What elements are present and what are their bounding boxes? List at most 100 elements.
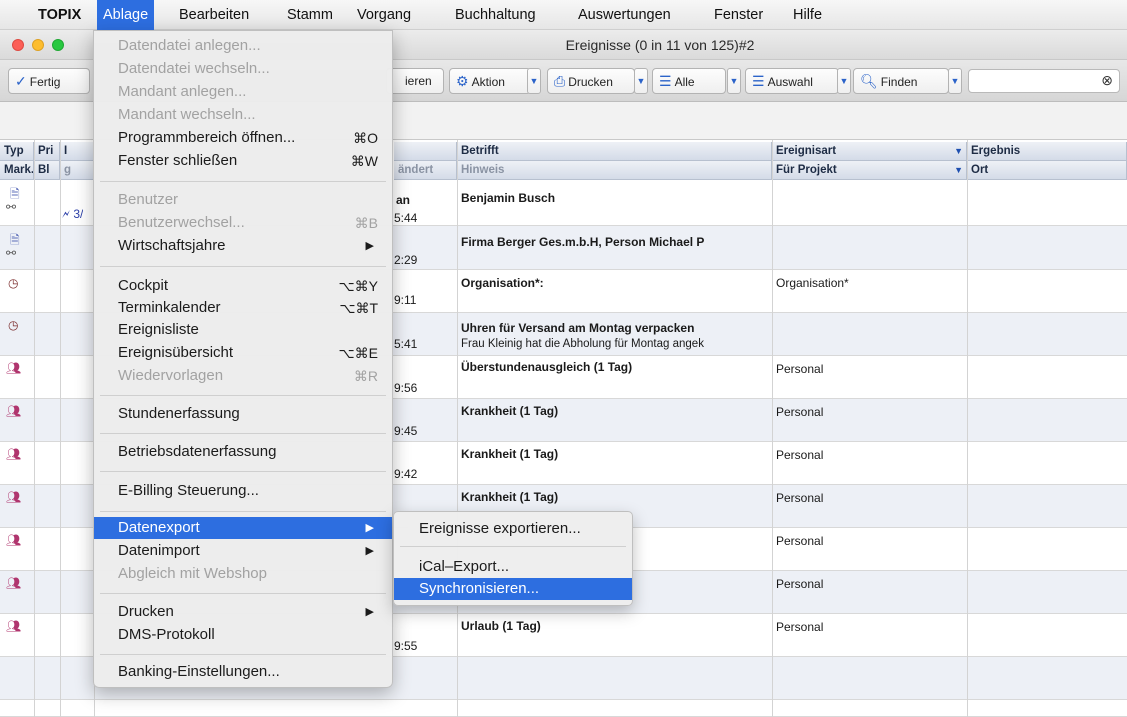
auswahl-dropdown[interactable]: ▼ bbox=[837, 68, 851, 94]
close-window-button[interactable] bbox=[12, 39, 24, 51]
partial-label: ieren bbox=[405, 74, 432, 88]
menu-separator bbox=[100, 395, 386, 396]
menu-item-wiedervorlagen[interactable]: Wiedervorlagen ⌘R bbox=[94, 365, 392, 387]
finden-dropdown[interactable]: ▼ bbox=[948, 68, 962, 94]
header-ereignisart[interactable]: Ereignisart ▼ bbox=[772, 142, 967, 161]
menu-item-datendatei-wechseln[interactable]: Datendatei wechseln... bbox=[94, 58, 392, 80]
partial-button[interactable]: ieren bbox=[386, 68, 444, 94]
menu-fenster[interactable]: Fenster bbox=[708, 0, 769, 30]
drucken-dropdown[interactable]: ▼ bbox=[634, 68, 648, 94]
row-betrifft: Krankheit (1 Tag) bbox=[461, 404, 559, 418]
menu-item-dms-protokoll[interactable]: DMS-Protokoll bbox=[94, 624, 392, 646]
drucken-button[interactable]: ⎙ Drucken bbox=[547, 68, 635, 94]
menu-item-betriebsdatenerfassung[interactable]: Betriebsdatenerfassung bbox=[94, 441, 392, 463]
menu-auswertungen[interactable]: Auswertungen bbox=[572, 0, 677, 30]
header-bl[interactable]: Bl bbox=[34, 161, 60, 180]
header-fuer-projekt[interactable]: Für Projekt ▼ bbox=[772, 161, 967, 180]
menu-item-label: Drucken bbox=[118, 603, 174, 620]
row-ereignisart: Organisation* bbox=[776, 276, 849, 290]
finden-label: Finden bbox=[880, 75, 918, 89]
menu-item-label: Mandant anlegen... bbox=[118, 83, 247, 100]
menu-buchhaltung[interactable]: Buchhaltung bbox=[449, 0, 542, 30]
minimize-window-button[interactable] bbox=[32, 39, 44, 51]
submenu-item-synchronisieren[interactable]: Synchronisieren... bbox=[394, 578, 632, 600]
menu-item-terminkalender[interactable]: Terminkalender ⌥⌘T bbox=[94, 297, 392, 319]
fertig-button[interactable]: ✓ Fertig bbox=[8, 68, 90, 94]
submenu-item-ereignisse-exportieren[interactable]: Ereignisse exportieren... bbox=[394, 518, 632, 540]
alle-dropdown[interactable]: ▼ bbox=[727, 68, 741, 94]
menu-item-label: Ereignisliste bbox=[118, 321, 199, 338]
row-date: an bbox=[396, 193, 411, 207]
auswahl-button[interactable]: ☰ Auswahl bbox=[745, 68, 839, 94]
header-typ[interactable]: Typ bbox=[0, 142, 34, 161]
menu-item-cockpit[interactable]: Cockpit ⌥⌘Y bbox=[94, 275, 392, 297]
menu-ablage[interactable]: Ablage bbox=[97, 0, 155, 30]
menu-item-mandant-anlegen[interactable]: Mandant anlegen... bbox=[94, 81, 392, 103]
menu-separator bbox=[100, 511, 386, 512]
checkmark-icon: ✓ bbox=[15, 73, 27, 89]
menu-item-label: Datenexport bbox=[118, 519, 200, 536]
header-col3-sub[interactable]: g bbox=[60, 161, 94, 180]
menu-item-benutzer[interactable]: Benutzer bbox=[94, 189, 392, 211]
header-pri[interactable]: Pri bbox=[34, 142, 60, 161]
submenu-item-ical-export[interactable]: iCal–Export... bbox=[394, 556, 632, 578]
row-time: 9:56 bbox=[394, 381, 418, 395]
menu-item-banking-einstellungen[interactable]: Banking-Einstellungen... bbox=[94, 661, 392, 683]
search-icon: 🔍︎ bbox=[860, 73, 878, 89]
menu-separator bbox=[100, 266, 386, 267]
menu-item-drucken[interactable]: Drucken ▶ bbox=[94, 601, 392, 623]
column-divider bbox=[60, 140, 61, 717]
menu-item-stundenerfassung[interactable]: Stundenerfassung bbox=[94, 403, 392, 425]
shortcut-label: ⌥⌘E bbox=[338, 345, 378, 361]
header-ergebnis[interactable]: Ergebnis bbox=[967, 142, 1127, 161]
aktion-button[interactable]: ⚙ Aktion bbox=[449, 68, 531, 94]
menu-item-programmbereich-oeffnen[interactable]: Programmbereich öffnen... ⌘O bbox=[94, 127, 392, 149]
menu-item-benutzerwechsel[interactable]: Benutzerwechsel... ⌘B bbox=[94, 212, 392, 234]
header-geaendert[interactable]: ändert bbox=[394, 161, 457, 180]
row-pri: 🗲 3/ bbox=[62, 207, 84, 221]
header-ort[interactable]: Ort bbox=[967, 161, 1127, 180]
menu-topix[interactable]: TOPIX bbox=[32, 0, 87, 30]
search-field[interactable]: ⊗ bbox=[968, 69, 1120, 93]
menu-item-wirtschaftsjahre[interactable]: Wirtschaftsjahre ▶ bbox=[94, 235, 392, 257]
column-divider bbox=[967, 140, 968, 717]
clock-icon: ◷ bbox=[8, 318, 19, 332]
menu-item-label: Benutzerwechsel... bbox=[118, 214, 245, 231]
menu-item-ebilling-steuerung[interactable]: E-Billing Steuerung... bbox=[94, 480, 392, 502]
menu-hilfe[interactable]: Hilfe bbox=[787, 0, 828, 30]
menu-item-datenexport[interactable]: Datenexport ▶ bbox=[94, 517, 392, 539]
menu-bearbeiten[interactable]: Bearbeiten bbox=[173, 0, 255, 30]
menu-stamm[interactable]: Stamm bbox=[281, 0, 339, 30]
column-divider bbox=[34, 140, 35, 717]
header-col3[interactable]: I bbox=[60, 142, 94, 161]
clock-icon: ◷ bbox=[8, 276, 19, 290]
menu-item-ereignisuebersicht[interactable]: Ereignisübersicht ⌥⌘E bbox=[94, 342, 392, 364]
shortcut-label: ⌘O bbox=[353, 130, 378, 146]
header-hinweis[interactable]: Hinweis bbox=[457, 161, 772, 180]
row-time: 5:41 bbox=[394, 337, 418, 351]
menu-item-fenster-schliessen[interactable]: Fenster schließen ⌘W bbox=[94, 150, 392, 172]
clear-search-icon[interactable]: ⊗ bbox=[1101, 72, 1113, 89]
chevron-down-icon: ▼ bbox=[529, 76, 539, 86]
auswahl-label: Auswahl bbox=[767, 75, 813, 89]
menu-item-abgleich-webshop[interactable]: Abgleich mit Webshop bbox=[94, 563, 392, 585]
aktion-dropdown[interactable]: ▼ bbox=[527, 68, 541, 94]
alle-button[interactable]: ☰ Alle bbox=[652, 68, 726, 94]
link-icon: ⚯ bbox=[6, 246, 17, 260]
menu-item-ereignisliste[interactable]: Ereignisliste bbox=[94, 319, 392, 341]
header-betrifft[interactable]: Betrifft bbox=[457, 142, 772, 161]
people-icon: 👥︎ bbox=[6, 619, 22, 633]
zoom-window-button[interactable] bbox=[52, 39, 64, 51]
menu-vorgang[interactable]: Vorgang bbox=[351, 0, 417, 30]
list-icon: ☰ bbox=[659, 73, 672, 89]
row-ereignisart: Personal bbox=[776, 405, 824, 419]
finden-button[interactable]: 🔍︎ Finden bbox=[853, 68, 949, 94]
menu-item-label: Benutzer bbox=[118, 191, 179, 208]
menu-item-datendatei-anlegen[interactable]: Datendatei anlegen... bbox=[94, 35, 392, 57]
table-row[interactable] bbox=[0, 700, 1127, 717]
row-time: 9:42 bbox=[394, 467, 418, 481]
menu-item-datenimport[interactable]: Datenimport ▶ bbox=[94, 540, 392, 562]
menu-item-label: DMS-Protokoll bbox=[118, 626, 215, 643]
header-mark[interactable]: Mark. bbox=[0, 161, 34, 180]
menu-item-mandant-wechseln[interactable]: Mandant wechseln... bbox=[94, 104, 392, 126]
